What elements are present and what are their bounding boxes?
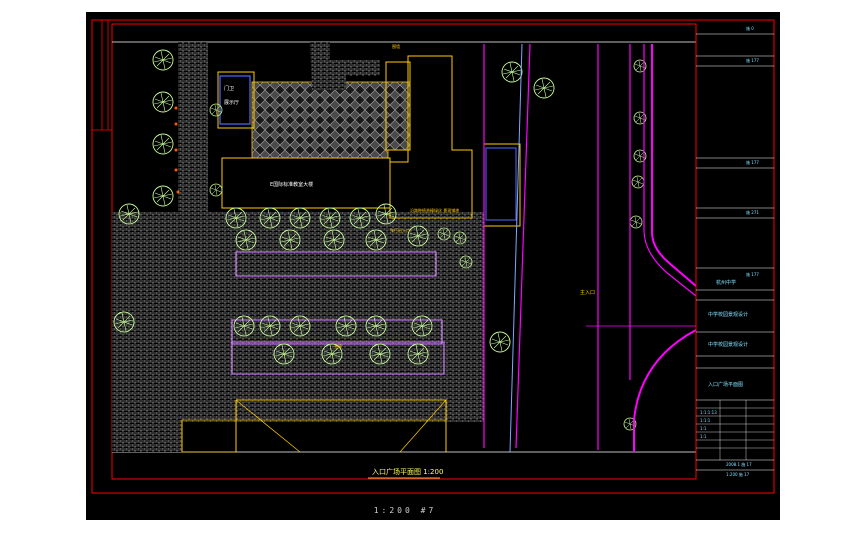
drawing-title: 入口广场平面图 1:200	[372, 467, 443, 476]
tb-row-3: 1:1	[700, 426, 707, 431]
label-office: 展示厅	[224, 100, 239, 106]
tb-code-e: 施 271	[746, 209, 759, 215]
label-plaza-note: 沿路种植香樟绿化 景观铺地	[410, 207, 459, 213]
bottom-scale-caption: 1:200 #7	[373, 506, 437, 515]
tb-project-2: 中学校园景观设计	[708, 341, 748, 348]
tb-code-a: 施 0	[746, 25, 754, 31]
tb-school: 杭州中学	[716, 279, 736, 286]
tb-drawing-name: 入口广场平面图	[708, 381, 743, 388]
tb-code-f: 施 177	[746, 271, 759, 277]
tb-row-2: 1:1:1	[700, 418, 711, 423]
tb-scale: 1:200 施 17	[726, 471, 750, 477]
label-gate: 车行出入口	[390, 227, 410, 233]
label-building: E国际标准教室大楼	[270, 181, 313, 188]
tb-date: 2008.1 施 17	[726, 461, 752, 467]
tb-project-1: 中学校园景观设计	[708, 311, 748, 318]
label-wall: 围墙	[392, 43, 400, 49]
cad-drawing: E国际标准教室大楼 沿路种植香樟绿化 景观铺地 主入口 围墙 车行出入口 门卫 …	[86, 12, 780, 520]
tb-code-c: 施 177	[746, 57, 759, 63]
left-paving	[178, 42, 208, 212]
tb-row-4: 1:1	[700, 434, 707, 439]
tb-row-1: 1:1:1:13	[700, 410, 717, 415]
lower-left-paving	[112, 380, 182, 452]
tb-code-d: 施 177	[746, 159, 759, 165]
label-tree: 香樟	[334, 343, 342, 349]
label-kiosk: 门卫	[224, 85, 234, 92]
label-entrance: 主入口	[580, 289, 595, 296]
